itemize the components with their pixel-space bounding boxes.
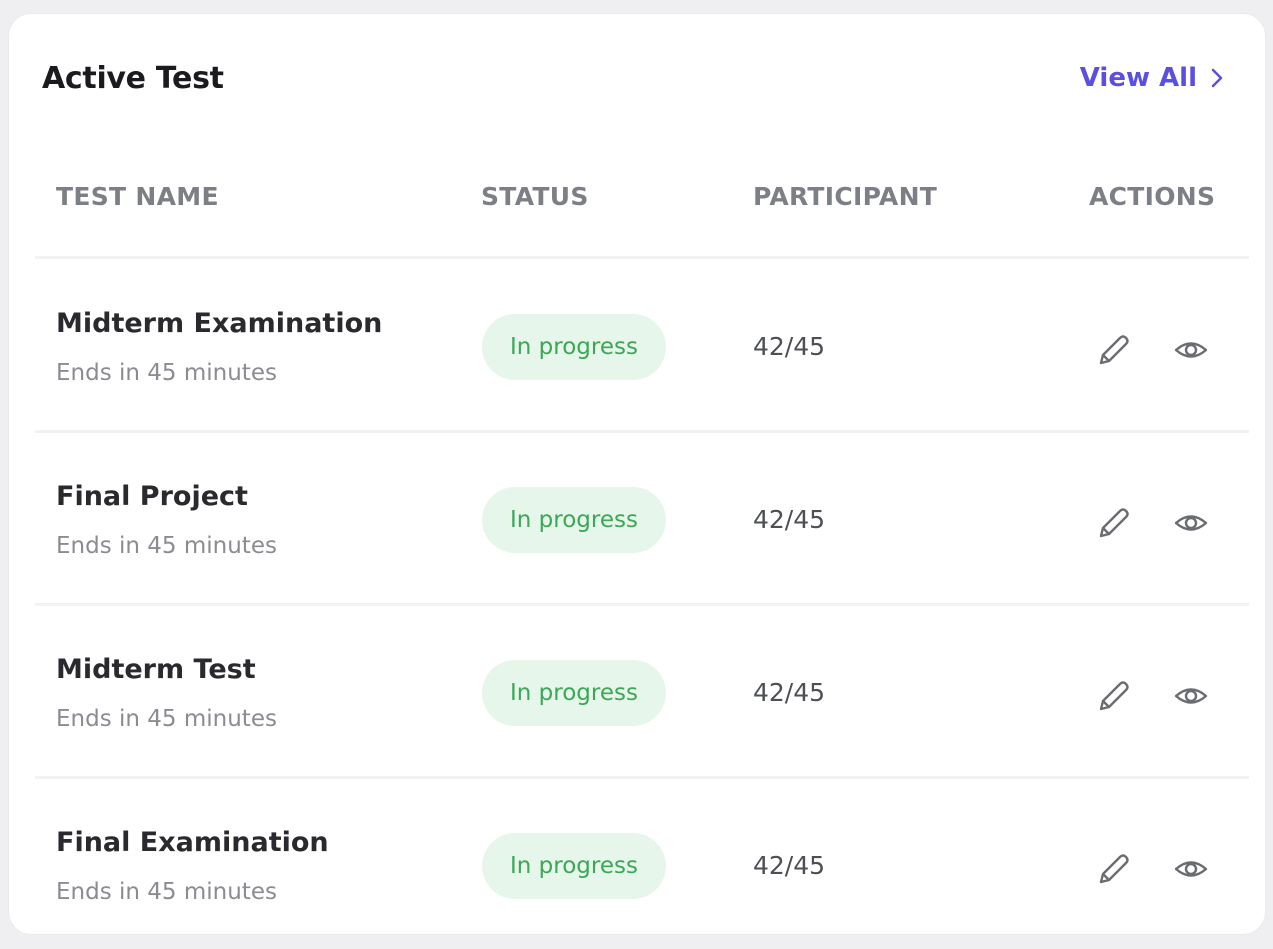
card-title: Active Test <box>42 60 224 96</box>
edit-button[interactable] <box>1093 330 1133 370</box>
participant-count: 42/45 <box>753 332 826 361</box>
status-badge: In progress <box>482 487 666 553</box>
table-row: Final Examination Ends in 45 minutes In … <box>35 779 1249 949</box>
test-ends-in: Ends in 45 minutes <box>56 360 277 386</box>
card-header: Active Test View All <box>42 60 1223 96</box>
status-badge: In progress <box>482 660 666 726</box>
edit-button[interactable] <box>1093 676 1133 716</box>
participant-count: 42/45 <box>753 851 826 880</box>
test-name: Final Project <box>56 481 248 512</box>
eye-icon <box>1171 676 1211 716</box>
column-header-participant: PARTICIPANT <box>753 182 938 211</box>
pencil-icon <box>1093 849 1133 889</box>
status-badge: In progress <box>482 314 666 380</box>
active-test-card: Active Test View All TEST NAME STATUS PA… <box>9 14 1265 934</box>
eye-icon <box>1171 330 1211 370</box>
table-row: Final Project Ends in 45 minutes In prog… <box>35 433 1249 606</box>
pencil-icon <box>1093 330 1133 370</box>
test-name: Midterm Examination <box>56 308 383 339</box>
column-header-test-name: TEST NAME <box>56 182 219 211</box>
edit-button[interactable] <box>1093 503 1133 543</box>
eye-icon <box>1171 503 1211 543</box>
table-header: TEST NAME STATUS PARTICIPANT ACTIONS <box>35 144 1249 259</box>
table-row: Midterm Test Ends in 45 minutes In progr… <box>35 606 1249 779</box>
test-ends-in: Ends in 45 minutes <box>56 706 277 732</box>
column-header-actions: ACTIONS <box>1089 182 1216 211</box>
view-button[interactable] <box>1171 676 1211 716</box>
edit-button[interactable] <box>1093 849 1133 889</box>
view-all-label: View All <box>1079 63 1197 93</box>
view-button[interactable] <box>1171 849 1211 889</box>
eye-icon <box>1171 849 1211 889</box>
pencil-icon <box>1093 503 1133 543</box>
table-body: Midterm Examination Ends in 45 minutes I… <box>35 260 1249 949</box>
test-name: Midterm Test <box>56 654 256 685</box>
participant-count: 42/45 <box>753 505 826 534</box>
test-ends-in: Ends in 45 minutes <box>56 879 277 905</box>
test-ends-in: Ends in 45 minutes <box>56 533 277 559</box>
pencil-icon <box>1093 676 1133 716</box>
view-button[interactable] <box>1171 503 1211 543</box>
test-name: Final Examination <box>56 827 329 858</box>
view-all-link[interactable]: View All <box>1080 63 1223 93</box>
column-header-status: STATUS <box>481 182 589 211</box>
view-button[interactable] <box>1171 330 1211 370</box>
status-badge: In progress <box>482 833 666 899</box>
chevron-right-icon <box>1211 68 1223 88</box>
table-row: Midterm Examination Ends in 45 minutes I… <box>35 260 1249 433</box>
participant-count: 42/45 <box>753 678 826 707</box>
